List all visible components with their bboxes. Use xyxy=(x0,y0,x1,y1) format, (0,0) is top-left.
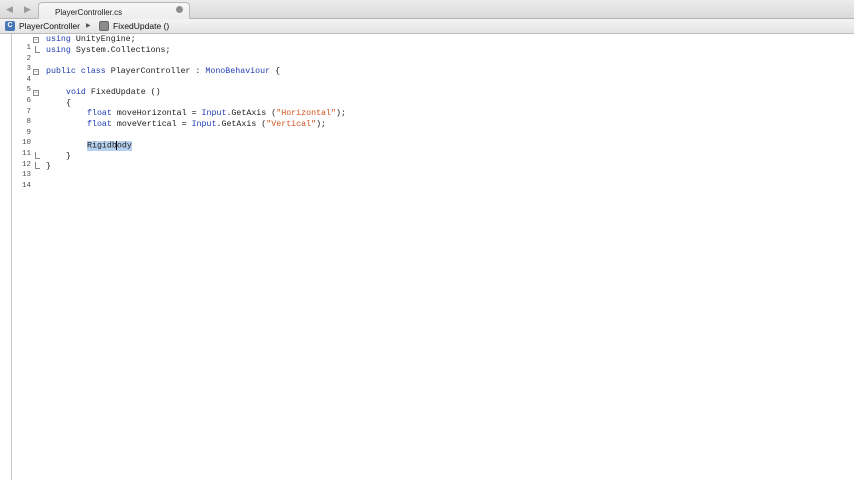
code-text: .GetAxis ( xyxy=(226,109,277,119)
code-text: { xyxy=(66,98,71,108)
code-text: ); xyxy=(316,119,327,129)
tab-label: PlayerController.cs xyxy=(55,8,123,17)
code-line: 3 xyxy=(0,56,400,73)
keyword: using xyxy=(46,35,71,44)
selected-text-part: Rigidb xyxy=(87,141,117,151)
breadcrumb: C PlayerController ▶ FixedUpdate () xyxy=(0,19,854,34)
keyword: public xyxy=(46,66,76,76)
fold-end-icon xyxy=(35,45,40,53)
code-text: moveHorizontal = xyxy=(111,109,202,119)
code-line: 5 xyxy=(0,77,400,94)
code-text: moveVertical = xyxy=(111,119,192,129)
line-number: 14 xyxy=(21,181,31,190)
fold-end-icon xyxy=(35,162,40,170)
type-name: MonoBehaviour xyxy=(205,66,271,76)
code-text: FixedUpdate () xyxy=(85,88,161,97)
class-icon: C xyxy=(5,21,15,31)
code-text: UnityEngine; xyxy=(70,35,136,44)
keyword: using xyxy=(46,45,71,55)
breadcrumb-method[interactable]: FixedUpdate () xyxy=(113,21,169,31)
keyword: void xyxy=(66,88,86,97)
code-line: 6 − void FixedUpdate () xyxy=(0,88,400,105)
keyword: float xyxy=(87,119,112,129)
breadcrumb-class[interactable]: PlayerController xyxy=(19,21,80,31)
code-text: ); xyxy=(335,109,346,119)
forward-arrow-icon[interactable]: ▶ xyxy=(24,3,31,15)
fold-collapse-icon[interactable]: − xyxy=(33,90,39,96)
code-line: 4 − public class PlayerController : Mono… xyxy=(0,66,400,84)
close-tab-icon[interactable] xyxy=(176,6,183,13)
keyword: class xyxy=(80,66,106,76)
code-line: 7 { xyxy=(0,98,400,116)
type-name: Input xyxy=(191,119,217,129)
code-line: 9 float moveVertical = Input.GetAxis ("V… xyxy=(0,119,400,137)
code-text: PlayerController : xyxy=(105,66,206,76)
code-line: 8 float moveHorizontal = Input.GetAxis (… xyxy=(0,109,400,126)
string-literal: "Vertical" xyxy=(266,119,317,129)
code-line: 10 xyxy=(0,130,400,147)
breadcrumb-separator-icon: ▶ xyxy=(86,23,91,29)
keyword: float xyxy=(87,109,112,119)
code-line: 2 using System.Collections; xyxy=(0,45,400,63)
code-line: 13 } xyxy=(0,162,400,179)
code-text: } xyxy=(66,151,71,161)
selected-text[interactable]: Rigidbody xyxy=(87,141,132,151)
tab-player-controller[interactable]: PlayerController.cs xyxy=(38,2,190,20)
type-name: Input xyxy=(201,109,227,119)
fold-collapse-icon[interactable]: − xyxy=(33,37,39,43)
fold-end-icon xyxy=(35,151,40,159)
selected-text-part: ody xyxy=(116,141,132,151)
code-text: } xyxy=(46,162,51,172)
code-line: 14 xyxy=(0,173,400,190)
string-literal: "Horizontal" xyxy=(276,109,336,119)
fold-collapse-icon[interactable]: − xyxy=(33,68,39,75)
method-icon xyxy=(99,21,109,31)
back-arrow-icon[interactable]: ◀ xyxy=(6,3,13,15)
code-line: 12 } xyxy=(0,151,400,169)
code-line: 11 Rigidbody xyxy=(0,141,400,158)
code-text: { xyxy=(270,66,281,76)
code-text: .GetAxis ( xyxy=(216,119,267,129)
tab-bar: ◀ ▶ PlayerController.cs xyxy=(0,0,854,20)
code-text: System.Collections; xyxy=(70,45,171,55)
code-line: 1 − using UnityEngine; xyxy=(0,35,400,52)
